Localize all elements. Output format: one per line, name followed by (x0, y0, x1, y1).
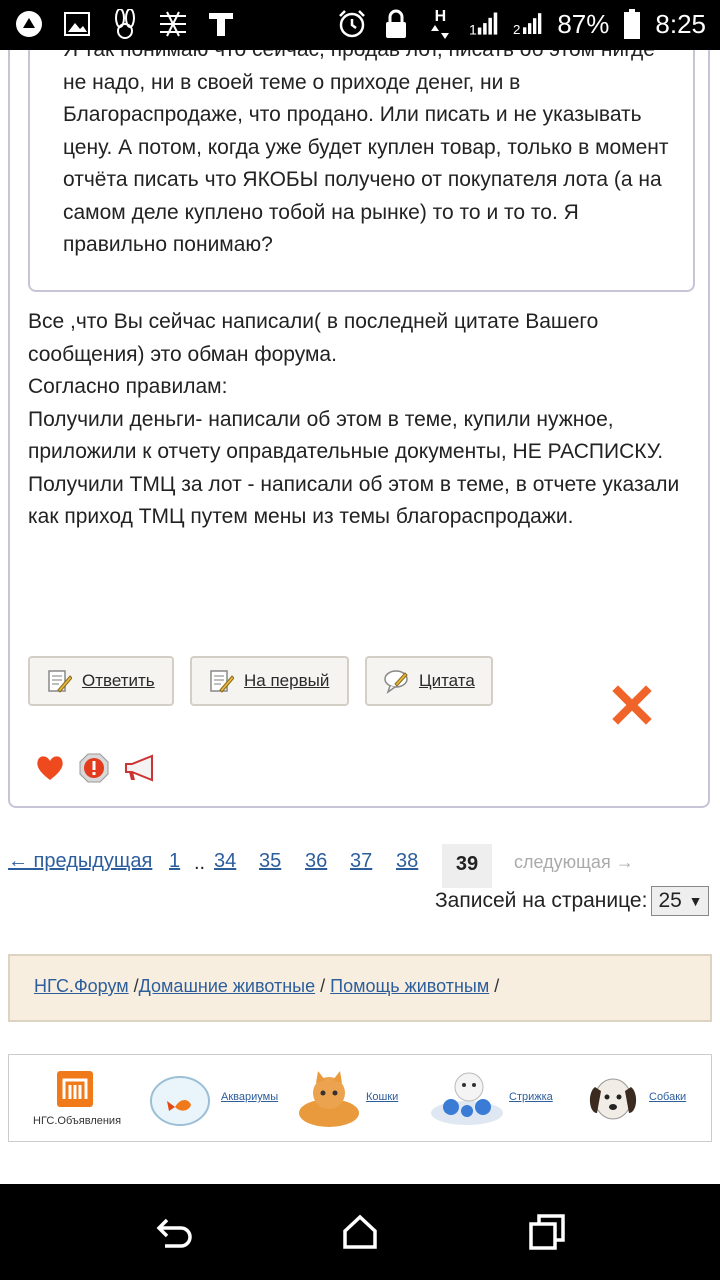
quote-icon (384, 670, 408, 694)
edit-icon (48, 670, 72, 693)
data-arrows-icon: H (425, 8, 455, 40)
alarm-icon (337, 8, 367, 40)
post-line: Получили деньги- написали об этом в теме… (28, 407, 664, 464)
to-first-label: На первый (244, 671, 330, 690)
forum-post: Я так понимаю что сейчас, продав лот, пи… (8, 50, 710, 808)
heart-icon[interactable] (34, 752, 66, 784)
breadcrumb-separator: / (320, 976, 326, 996)
page-link[interactable]: 37 (350, 850, 372, 873)
current-page: 39 (442, 844, 492, 888)
back-icon[interactable] (155, 1212, 195, 1252)
signal-2-icon: 2 (513, 8, 543, 40)
fishbowl-icon (150, 1076, 210, 1126)
next-page-link: следующая → (514, 852, 634, 872)
megaphone-icon[interactable] (122, 752, 158, 784)
breadcrumb-separator: / (494, 976, 500, 996)
quote-block: Я так понимаю что сейчас, продав лот, пи… (28, 50, 695, 292)
reply-button[interactable]: Ответить (28, 656, 174, 706)
banner-link[interactable]: Стрижка (509, 1091, 553, 1103)
battery-icon (623, 8, 641, 40)
per-page-select[interactable]: 25 ▼ (651, 886, 710, 916)
chevron-down-icon: ▼ (688, 893, 703, 909)
reply-label: Ответить (82, 671, 155, 690)
svg-text:1: 1 (469, 22, 477, 38)
quote-text: Я так понимаю что сейчас, продав лот, пи… (63, 50, 669, 256)
pagination-ellipsis: .. (194, 852, 206, 874)
lock-icon (381, 8, 411, 40)
recents-icon[interactable] (527, 1212, 567, 1252)
bunny-icon (110, 8, 140, 40)
page-link[interactable]: 1 (169, 850, 180, 873)
android-nav-bar (0, 1184, 720, 1280)
dog-grooming-icon (431, 1072, 503, 1125)
home-icon[interactable] (340, 1212, 380, 1252)
clock: 8:25 (655, 8, 706, 39)
page-link[interactable]: 38 (396, 850, 418, 873)
post-line: Получили ТМЦ за лот - написали об этом в… (28, 472, 680, 529)
per-page-control: Записей на странице: 25 ▼ (435, 886, 710, 916)
pagination: ← предыдущая 1 .. 34 35 36 37 38 39 след… (8, 844, 708, 888)
ad-banner[interactable]: НГС.Объявления Аквариумы Кошки Стрижка С… (8, 1054, 712, 1142)
post-line: Согласно правилам: (28, 375, 228, 398)
banner-item-aquariums[interactable]: Аквариумы (149, 1055, 289, 1141)
ngs-ads-logo[interactable]: НГС.Объявления (29, 1055, 139, 1141)
per-page-value: 25 (658, 889, 682, 912)
ngs-logo-label: НГС.Объявления (33, 1115, 122, 1127)
status-bar: H 1 2 87% 8:25 (0, 0, 720, 50)
dog-icon (589, 1078, 637, 1120)
banner-item-dogs[interactable]: Собаки (585, 1055, 705, 1141)
per-page-label: Записей на странице: (435, 889, 648, 912)
page-link[interactable]: 34 (214, 850, 236, 873)
banner-item-cats[interactable]: Кошки (294, 1055, 424, 1141)
edit-icon (210, 670, 234, 693)
close-icon[interactable] (610, 683, 654, 727)
page-link[interactable]: 35 (259, 850, 281, 873)
banner-link[interactable]: Аквариумы (221, 1091, 278, 1103)
to-first-button[interactable]: На первый (190, 656, 349, 706)
page-link[interactable]: 36 (305, 850, 327, 873)
warning-icon[interactable] (78, 752, 110, 784)
post-actions (34, 752, 158, 784)
signal-1-icon: 1 (469, 8, 499, 40)
image-icon (62, 8, 92, 40)
text-icon (206, 8, 236, 40)
prev-page-link[interactable]: ← предыдущая (8, 850, 152, 873)
post-body: Все ,что Вы сейчас написали( в последней… (28, 306, 708, 534)
banner-link[interactable]: Собаки (649, 1091, 686, 1103)
breadcrumb-link[interactable]: Помощь животным (330, 976, 489, 996)
breadcrumb: НГС.Форум /Домашние животные / Помощь жи… (8, 954, 712, 1022)
quote-label: Цитата (419, 671, 475, 690)
svg-text:2: 2 (513, 22, 520, 37)
cat-icon (299, 1071, 359, 1127)
post-line: Все ,что Вы сейчас написали( в последней… (28, 310, 599, 366)
breadcrumb-link[interactable]: НГС.Форум (34, 976, 129, 996)
android-icon (14, 8, 44, 40)
ngs-logo-icon (57, 1071, 93, 1107)
banner-item-grooming[interactable]: Стрижка (427, 1055, 567, 1141)
quote-button[interactable]: Цитата (365, 656, 493, 706)
banner-link[interactable]: Кошки (366, 1091, 398, 1103)
breadcrumb-link[interactable]: Домашние животные (139, 976, 315, 996)
app-icon (158, 8, 188, 40)
battery-percent: 87% (557, 8, 610, 39)
